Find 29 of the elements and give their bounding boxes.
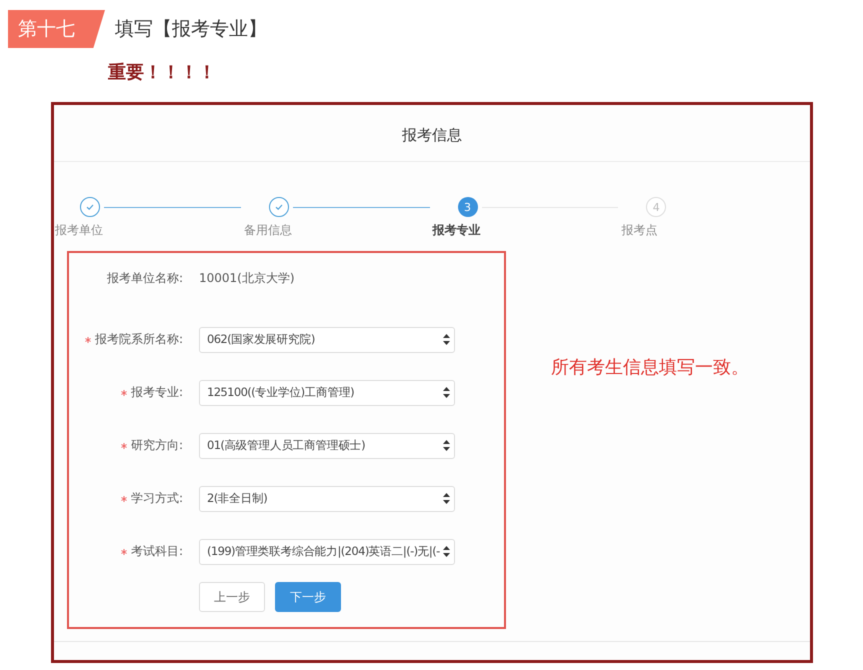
select-field[interactable]: (199)管理类联考综合能力|(204)英语二|(-)无|(- [199,538,455,564]
field-label: 报考专业: [130,384,183,401]
step-label: 备用信息 [244,222,292,239]
panel-title: 报考信息 [54,105,810,162]
step-number: 3 [458,197,478,217]
sort-arrows-icon [443,387,450,398]
step-label: 报考单位 [55,222,103,239]
sort-arrows-icon [443,334,450,345]
section-badge: 第十七 [8,10,105,48]
annotation-text: 所有考生信息填写一致。 [551,356,749,379]
select-field[interactable]: 2(非全日制) [199,486,455,512]
sort-arrows-icon [443,546,450,557]
step-number: 4 [646,197,666,217]
select-field[interactable]: 125100((专业学位)工商管理) [199,380,455,406]
field-label: 报考院系所名称: [94,331,183,348]
field-value: 10001(北京大学) [199,270,295,286]
field-label: 学习方式: [130,490,183,507]
field-label: 研究方向: [130,437,183,454]
field-label: 考试科目: [130,543,183,560]
sort-arrows-icon [443,440,450,451]
important-note: 重要！！！！ [108,61,217,84]
field-label: 报考单位名称: [106,270,183,286]
section-title: 填写【报考专业】 [115,17,267,42]
step-label: 报考点 [621,222,658,239]
step-label: 报考专业 [432,222,480,239]
sort-arrows-icon [443,493,450,504]
select-field[interactable]: 062(国家发展研究院) [199,326,455,352]
select-field[interactable]: 01(高级管理人员工商管理硕士) [199,432,455,458]
previous-button[interactable]: 上一步 [199,582,265,612]
